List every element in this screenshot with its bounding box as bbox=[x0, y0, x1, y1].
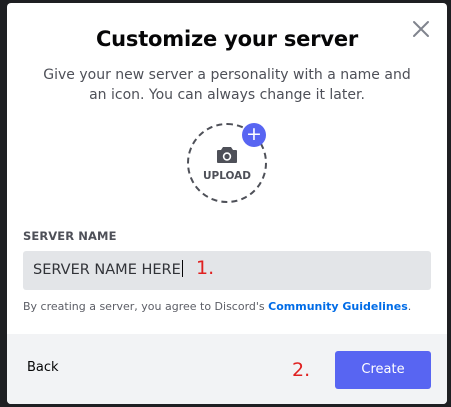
annotation-step-2: 2. bbox=[292, 359, 311, 381]
annotation-step-1: 1. bbox=[196, 257, 215, 279]
terms-text: By creating a server, you agree to Disco… bbox=[23, 300, 411, 313]
back-button[interactable]: Back bbox=[27, 360, 59, 375]
dialog-title: Customize your server bbox=[95, 27, 359, 51]
create-button[interactable]: Create bbox=[335, 351, 431, 389]
server-name-input[interactable]: SERVER NAME HERE bbox=[23, 251, 431, 290]
community-guidelines-link[interactable]: Community Guidelines bbox=[268, 300, 408, 313]
terms-suffix: . bbox=[407, 300, 412, 313]
upload-label: UPLOAD bbox=[202, 170, 252, 182]
camera-icon bbox=[217, 147, 237, 163]
terms-prefix: By creating a server, you agree to Disco… bbox=[23, 300, 269, 313]
dialog-footer: Back Create bbox=[7, 334, 447, 404]
create-server-dialog: Customize your server Give your new serv… bbox=[7, 3, 447, 404]
server-name-label: SERVER NAME bbox=[23, 229, 117, 243]
plus-icon[interactable]: + bbox=[242, 123, 266, 147]
text-caret bbox=[181, 260, 183, 277]
server-name-value: SERVER NAME HERE bbox=[33, 262, 181, 278]
dialog-subtitle: Give your new server a personality with … bbox=[43, 67, 411, 103]
